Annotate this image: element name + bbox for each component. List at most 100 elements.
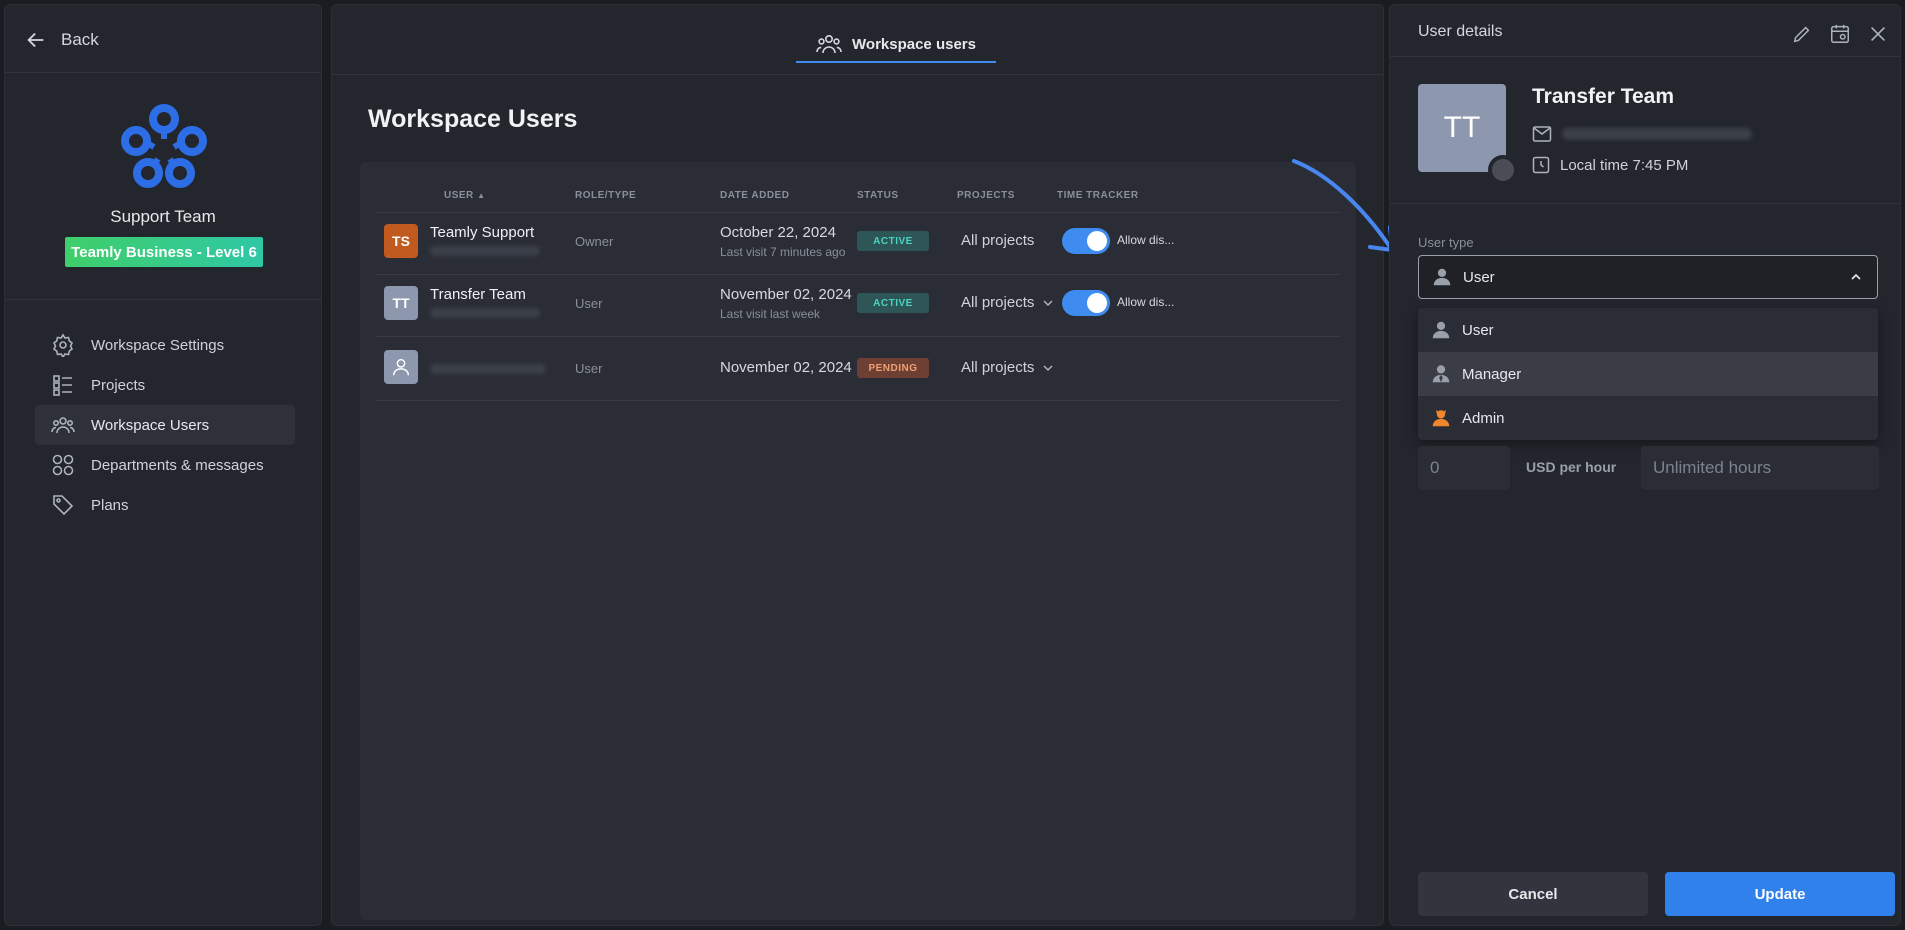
nav-item-workspace-settings[interactable]: Workspace Settings	[35, 325, 295, 365]
projects-dropdown[interactable]: All projects	[961, 232, 1034, 249]
mail-icon	[1532, 126, 1552, 142]
update-button[interactable]: Update	[1665, 872, 1895, 916]
column-header-projects: PROJECTS	[957, 190, 1015, 201]
calendar-icon	[1831, 24, 1849, 43]
status-badge: ACTIVE	[857, 231, 929, 251]
user-role: User	[575, 296, 603, 311]
time-tracker-toggle[interactable]	[1062, 290, 1110, 316]
plan-badge: Teamly Business - Level 6	[65, 237, 263, 267]
nav-label: Plans	[91, 496, 129, 514]
option-admin[interactable]: Admin	[1418, 396, 1878, 440]
nav-item-projects[interactable]: Projects	[35, 365, 295, 405]
projects-dropdown[interactable]: All projects	[961, 359, 1054, 376]
date-added: November 02, 2024	[720, 359, 852, 376]
close-icon	[1870, 26, 1886, 42]
column-header-time-tracker: TIME TRACKER	[1057, 190, 1139, 201]
user-name[interactable]: Teamly Support	[430, 224, 534, 241]
manager-icon	[1432, 365, 1450, 383]
option-label: Manager	[1462, 365, 1522, 383]
date-added: October 22, 2024	[720, 224, 836, 241]
settings-nav: Workspace Settings Projects Workspace Us…	[35, 325, 295, 525]
cancel-button[interactable]: Cancel	[1418, 872, 1648, 916]
status-badge: PENDING	[857, 358, 929, 378]
user-type-label: User type	[1418, 235, 1474, 250]
projects-dropdown[interactable]: All projects	[961, 294, 1054, 311]
hourly-rate-input[interactable]: 0	[1418, 446, 1510, 490]
calendar-button[interactable]	[1828, 22, 1852, 46]
option-label: User	[1462, 321, 1494, 339]
tab-underline	[796, 61, 996, 63]
local-time-row: Local time 7:45 PM	[1532, 156, 1688, 174]
user-type-menu: User Manager Admin	[1418, 308, 1878, 440]
projects-label: All projects	[961, 232, 1035, 249]
user-role: User	[575, 361, 603, 376]
page-title: Workspace Users	[368, 105, 578, 133]
status-badge: ACTIVE	[857, 293, 929, 313]
team-logo-icon	[121, 104, 207, 188]
nav-label: Workspace Users	[91, 416, 210, 434]
divider	[376, 274, 1340, 275]
last-visit: Last visit last week	[720, 307, 821, 321]
projects-label: All projects	[961, 359, 1035, 376]
list-icon	[53, 375, 72, 396]
nav-label: Workspace Settings	[91, 336, 225, 354]
column-header-user[interactable]: USER ▲	[444, 190, 486, 201]
edit-button[interactable]	[1790, 22, 1814, 46]
divider	[5, 72, 321, 73]
clock-icon	[1532, 156, 1550, 174]
close-button[interactable]	[1866, 22, 1890, 46]
divider	[376, 212, 1340, 213]
user-icon	[1432, 321, 1450, 339]
option-manager[interactable]: Manager	[1418, 352, 1878, 396]
local-time: Local time 7:45 PM	[1560, 156, 1689, 174]
user-email-blurred	[430, 364, 546, 374]
option-user[interactable]: User	[1418, 308, 1878, 352]
avatar: TT	[384, 286, 418, 320]
last-visit: Last visit 7 minutes ago	[720, 245, 846, 259]
chevron-down-icon	[1043, 299, 1053, 306]
team-name: Support Team	[110, 207, 216, 226]
nav-label: Departments & messages	[91, 456, 264, 474]
pencil-icon	[1793, 26, 1810, 43]
toggle-label: Allow dis...	[1117, 233, 1175, 247]
grid-icon	[52, 454, 74, 476]
hours-limit-input[interactable]: Unlimited hours	[1641, 446, 1879, 490]
details-title: User details	[1418, 23, 1503, 40]
user-email-row	[1532, 125, 1752, 143]
nav-item-workspace-users[interactable]: Workspace Users	[35, 405, 295, 445]
projects-label: All projects	[961, 294, 1035, 311]
settings-sidebar: Back Support Team Teamly Business - Leve…	[4, 4, 322, 926]
avatar	[384, 350, 418, 384]
main-tabbar: Workspace users	[332, 5, 1383, 75]
divider	[5, 299, 321, 300]
user-email-blurred	[430, 246, 540, 256]
gear-icon	[52, 333, 74, 357]
tab-workspace-users[interactable]: Workspace users	[796, 25, 996, 63]
main-panel: Workspace users Workspace Users USER ▲ R…	[331, 4, 1384, 926]
time-tracker-toggle[interactable]	[1062, 228, 1110, 254]
user-name[interactable]: Transfer Team	[430, 286, 526, 303]
users-icon	[816, 34, 842, 54]
user-name: Transfer Team	[1532, 85, 1675, 108]
divider	[376, 400, 1340, 401]
user-email-blurred	[430, 308, 540, 318]
chevron-down-icon	[1043, 364, 1053, 371]
nav-item-departments[interactable]: Departments & messages	[35, 445, 295, 485]
back-button[interactable]: Back	[25, 29, 99, 51]
user-details-panel: User details TT Transfer Team Local time…	[1389, 4, 1901, 926]
details-header: User details	[1390, 5, 1900, 57]
user-type-select[interactable]: User	[1418, 255, 1878, 299]
person-icon	[392, 358, 410, 376]
column-header-role: ROLE/TYPE	[575, 190, 637, 201]
chevron-up-icon	[1851, 273, 1861, 280]
column-header-label: USER	[444, 190, 474, 201]
nav-item-plans[interactable]: Plans	[35, 485, 295, 525]
details-actions	[1790, 22, 1890, 46]
presence-status-dot	[1488, 155, 1518, 185]
divider	[376, 336, 1340, 337]
column-header-date: DATE ADDED	[720, 190, 790, 201]
toggle-label: Allow dis...	[1117, 295, 1175, 309]
user-email-blurred	[1562, 128, 1752, 140]
sort-arrow-icon: ▲	[477, 191, 486, 200]
divider	[1390, 203, 1900, 204]
